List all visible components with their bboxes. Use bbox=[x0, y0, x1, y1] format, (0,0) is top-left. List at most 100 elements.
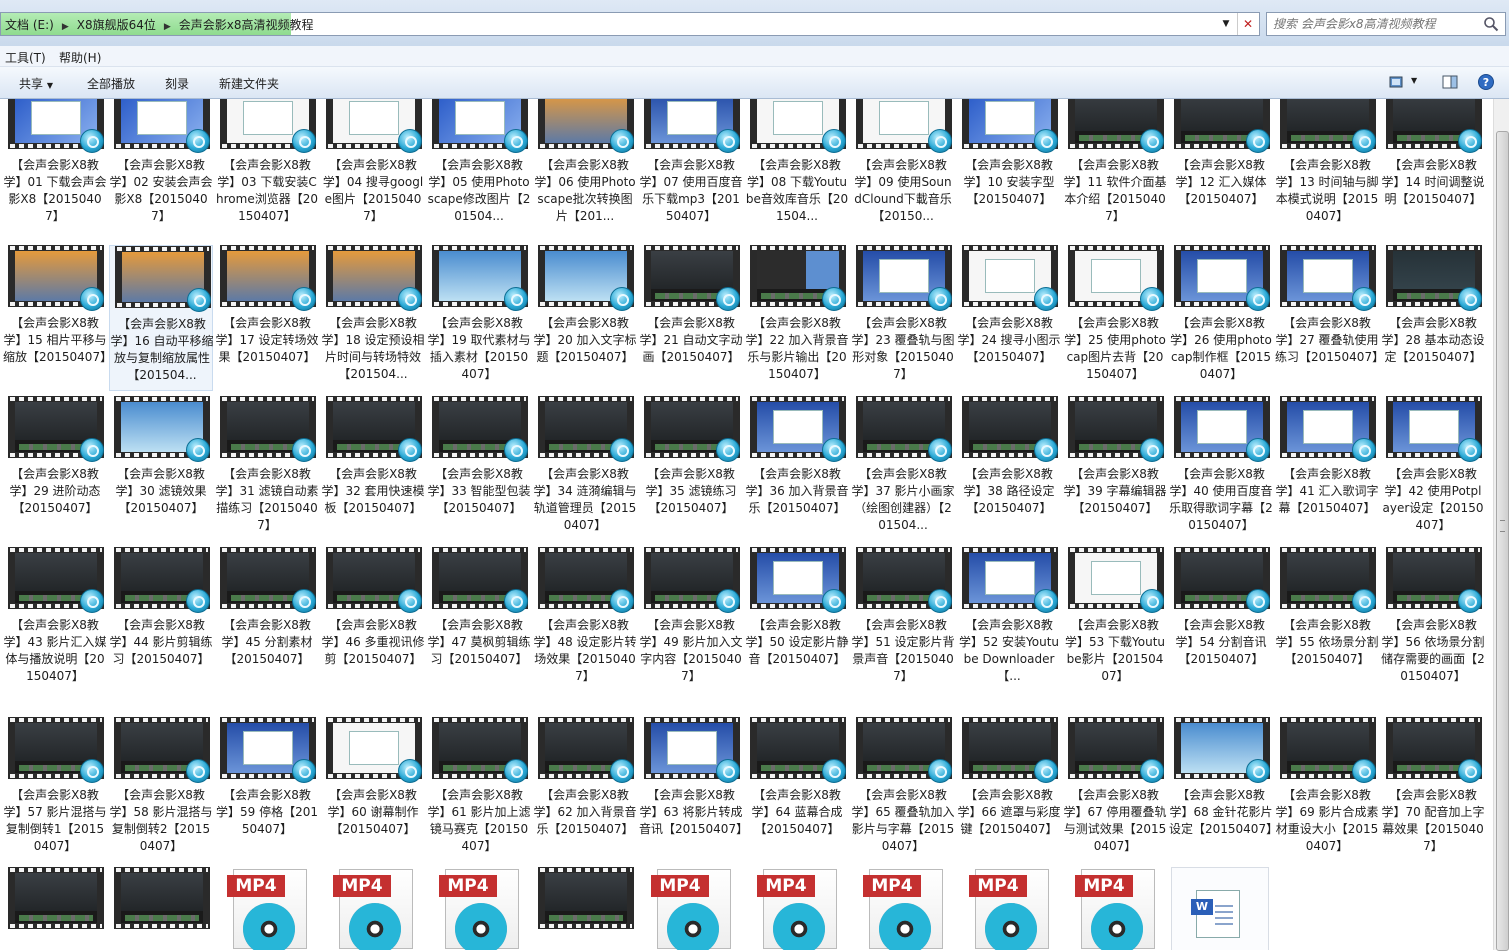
file-item[interactable]: 【会声会影X8教学】02 安装会声会影X8【20150407】 bbox=[109, 99, 213, 233]
file-item[interactable]: 【会声会影X8教学】61 影片加上滤镜马赛克【20150407】 bbox=[427, 717, 531, 863]
file-item[interactable]: 【会声会影X8教学】63 将影片转成音讯【20150407】 bbox=[639, 717, 748, 863]
search-icon[interactable] bbox=[1483, 16, 1499, 32]
mp4-file-item[interactable]: MP4 bbox=[851, 867, 955, 950]
file-item[interactable]: 【会声会影X8教学】28 基本动态设定【20150407】 bbox=[1381, 245, 1485, 391]
file-item[interactable]: 【会声会影X8教学】12 汇入媒体【20150407】 bbox=[1169, 99, 1273, 233]
file-item[interactable]: 【会声会影X8教学】15 相片平移与缩放【20150407】 bbox=[3, 245, 112, 391]
file-item[interactable]: 【会声会影X8教学】64 蓝幕合成【20150407】 bbox=[745, 717, 849, 863]
menu-tools[interactable]: 工具(T) bbox=[5, 49, 46, 66]
file-item[interactable]: 【会声会影X8教学】08 下载Youtube音效库音乐【201504... bbox=[745, 99, 849, 233]
file-item[interactable]: 【会声会影X8教学】30 滤镜效果【20150407】 bbox=[109, 396, 213, 542]
search-input[interactable] bbox=[1271, 13, 1475, 35]
new-folder-button[interactable]: 新建文件夹 bbox=[219, 75, 279, 92]
file-item[interactable]: 【会声会影X8教学】05 使用Photoscape修改图片【201504... bbox=[427, 99, 531, 233]
file-item[interactable]: 【会声会影X8教学】60 谢幕制作【20150407】 bbox=[321, 717, 425, 863]
mp4-file-item[interactable]: MP4 bbox=[1063, 867, 1167, 950]
file-item[interactable]: 【会声会影X8教学】52 安装Youtube Downloader【... bbox=[957, 547, 1061, 693]
chevron-right-icon[interactable]: ▶ bbox=[164, 22, 171, 32]
breadcrumb-drive[interactable]: 文档 (E:) bbox=[5, 16, 54, 33]
file-item[interactable]: 【会声会影X8教学】65 覆叠轨加入影片与字幕【20150407】 bbox=[851, 717, 955, 863]
file-item[interactable]: 【会声会影X8教学】47 莫枫剪辑练习【20150407】 bbox=[427, 547, 531, 693]
file-item[interactable]: 【会声会影X8教学】36 加入背景音乐【20150407】 bbox=[745, 396, 849, 542]
file-item[interactable]: 【会声会影X8教学】53 下载Youtube影片【20150407】 bbox=[1063, 547, 1167, 693]
file-item[interactable]: 【会声会影X8教学】26 使用photocap制作框【20150407】 bbox=[1169, 245, 1273, 391]
file-item[interactable]: 【会声会影X8教学】41 汇入歌词字幕【20150407】 bbox=[1275, 396, 1379, 542]
mp4-file-item[interactable]: MP4 bbox=[427, 867, 531, 950]
file-item[interactable]: 【会声会影X8教学】33 智能型包装【20150407】 bbox=[427, 396, 531, 542]
file-item[interactable]: 【会声会影X8教学】10 安装字型【20150407】 bbox=[957, 99, 1061, 233]
file-item[interactable]: 【会声会影X8教学】09 使用SoundClound下載音乐【20150... bbox=[851, 99, 955, 233]
file-item[interactable]: 【会声会影X8教学】42 使用Potplayer设定【20150407】 bbox=[1381, 396, 1485, 542]
file-item[interactable]: 【会声会影X8教学】62 加入背景音乐【20150407】 bbox=[533, 717, 637, 863]
file-item[interactable]: 【会声会影X8教学】59 停格【20150407】 bbox=[215, 717, 319, 863]
file-item[interactable]: 【会声会影X8教学】20 加入文字标题【20150407】 bbox=[533, 245, 637, 391]
file-item[interactable] bbox=[3, 867, 107, 950]
vertical-scrollbar[interactable] bbox=[1493, 99, 1509, 951]
file-item[interactable]: 【会声会影X8教学】48 设定影片转场效果【20150407】 bbox=[533, 547, 637, 693]
address-bar[interactable]: 文档 (E:) ▶ X8旗舰版64位 ▶ 会声会影x8高清视频教程 ▼ ✕ bbox=[0, 12, 1260, 36]
view-options-icon[interactable] bbox=[1388, 73, 1406, 91]
file-item[interactable]: 【会声会影X8教学】40 使用百度音乐取得歌词字幕【20150407】 bbox=[1169, 396, 1273, 542]
chevron-right-icon[interactable]: ▶ bbox=[62, 22, 69, 32]
file-item[interactable]: 【会声会影X8教学】19 取代素材与插入素材【20150407】 bbox=[427, 245, 531, 391]
file-item[interactable]: 【会声会影X8教学】21 自动文字动画【20150407】 bbox=[639, 245, 743, 391]
mp4-file-item[interactable]: MP4 bbox=[321, 867, 425, 950]
file-item[interactable]: 【会声会影X8教学】27 覆叠轨使用练习【20150407】 bbox=[1275, 245, 1384, 391]
file-item[interactable] bbox=[533, 867, 637, 950]
document-file-item[interactable]: W bbox=[1171, 867, 1269, 950]
file-item[interactable]: 【会声会影X8教学】35 滤镜练习【20150407】 bbox=[639, 396, 743, 542]
address-dropdown-icon[interactable]: ▼ bbox=[1219, 13, 1233, 35]
file-item[interactable]: 【会声会影X8教学】44 影片剪辑练习【20150407】 bbox=[109, 547, 213, 693]
file-item[interactable]: 【会声会影X8教学】23 覆叠轨与图形对象【20150407】 bbox=[851, 245, 955, 391]
file-item[interactable]: 【会声会影X8教学】18 设定预设相片时间与转场特效【201504... bbox=[321, 245, 425, 391]
file-item[interactable]: 【会声会影X8教学】14 时间调整说明【20150407】 bbox=[1381, 99, 1485, 233]
mp4-file-item[interactable]: MP4 bbox=[215, 867, 319, 950]
mp4-file-item[interactable]: MP4 bbox=[639, 867, 743, 950]
file-item[interactable]: 【会声会影X8教学】22 加入背景音乐与影片输出【20150407】 bbox=[745, 245, 849, 391]
file-item[interactable]: 【会声会影X8教学】51 设定影片背景声音【20150407】 bbox=[851, 547, 955, 693]
play-all-button[interactable]: 全部播放 bbox=[87, 75, 135, 92]
chevron-down-icon[interactable]: ▼ bbox=[1411, 76, 1417, 85]
file-item[interactable]: 【会声会影X8教学】24 搜寻小图示【20150407】 bbox=[957, 245, 1061, 391]
file-item[interactable]: 【会声会影X8教学】66 遮罩与彩度键【20150407】 bbox=[957, 717, 1061, 863]
breadcrumb-folder-x8[interactable]: X8旗舰版64位 bbox=[77, 16, 156, 33]
file-item[interactable]: 【会声会影X8教学】13 时间轴与脚本模式说明【20150407】 bbox=[1275, 99, 1379, 233]
file-item[interactable]: 【会声会影X8教学】03 下载安装Chrome浏览器【20150407】 bbox=[215, 99, 319, 233]
file-item[interactable]: 【会声会影X8教学】56 依场景分割储存需要的画面【20150407】 bbox=[1381, 547, 1485, 693]
file-item[interactable]: 【会声会影X8教学】29 进阶动态【20150407】 bbox=[3, 396, 107, 542]
menu-help[interactable]: 帮助(H) bbox=[59, 49, 101, 66]
file-item[interactable]: 【会声会影X8教学】39 字幕编辑器【20150407】 bbox=[1063, 396, 1167, 542]
file-item[interactable]: 【会声会影X8教学】06 使用Photoscape批次转换图片【201... bbox=[533, 99, 637, 233]
file-item[interactable]: 【会声会影X8教学】32 套用快速模板【20150407】 bbox=[321, 396, 425, 542]
file-item[interactable]: 【会声会影X8教学】68 金针花影片设定【20150407】 bbox=[1169, 717, 1278, 863]
file-item[interactable]: 【会声会影X8教学】58 影片混搭与复制倒转2【20150407】 bbox=[109, 717, 213, 863]
mp4-file-item[interactable]: MP4 bbox=[957, 867, 1061, 950]
close-icon[interactable]: ✕ bbox=[1237, 13, 1258, 35]
search-box[interactable] bbox=[1266, 12, 1506, 36]
file-item[interactable]: 【会声会影X8教学】50 设定影片静音【20150407】 bbox=[745, 547, 849, 693]
file-item[interactable]: 【会声会影X8教学】55 依场景分割【20150407】 bbox=[1275, 547, 1379, 693]
file-item[interactable]: 【会声会影X8教学】54 分割音讯【20150407】 bbox=[1169, 547, 1273, 693]
file-item[interactable]: 【会声会影X8教学】31 滤镜自动素描练习【20150407】 bbox=[215, 396, 319, 542]
file-item[interactable]: 【会声会影X8教学】43 影片汇入媒体与播放说明【20150407】 bbox=[3, 547, 107, 693]
file-item[interactable]: 【会声会影X8教学】49 影片加入文字内容【20150407】 bbox=[639, 547, 743, 693]
file-item[interactable]: 【会声会影X8教学】38 路径设定【20150407】 bbox=[957, 396, 1061, 542]
file-item[interactable]: 【会声会影X8教学】01 下载会声会影X8【20150407】 bbox=[3, 99, 107, 233]
file-item[interactable]: 【会声会影X8教学】07 使用百度音乐下载mp3【20150407】 bbox=[639, 99, 743, 233]
file-item[interactable]: 【会声会影X8教学】46 多重视讯修剪【20150407】 bbox=[321, 547, 425, 693]
file-item[interactable]: 【会声会影X8教学】16 自动平移缩放与复制缩放属性【201504... bbox=[109, 245, 214, 391]
file-item[interactable]: 【会声会影X8教学】37 影片小画家（绘图创建器）【201504... bbox=[851, 396, 955, 542]
file-item[interactable]: 【会声会影X8教学】67 停用覆叠轨与测试效果【20150407】 bbox=[1063, 717, 1167, 863]
file-item[interactable]: 【会声会影X8教学】69 影片合成素材重设大小【20150407】 bbox=[1275, 717, 1379, 863]
file-item[interactable]: 【会声会影X8教学】70 配音加上字幕效果【20150407】 bbox=[1381, 717, 1485, 863]
preview-pane-icon[interactable] bbox=[1441, 73, 1459, 91]
mp4-file-item[interactable]: MP4 bbox=[745, 867, 849, 950]
file-item[interactable]: 【会声会影X8教学】57 影片混搭与复制倒转1【20150407】 bbox=[3, 717, 107, 863]
share-button[interactable]: 共享 ▼ bbox=[19, 75, 53, 92]
scroll-thumb[interactable] bbox=[1496, 131, 1509, 951]
file-item[interactable]: 【会声会影X8教学】45 分割素材【20150407】 bbox=[215, 547, 319, 693]
file-item[interactable]: 【会声会影X8教学】25 使用photocap图片去背【20150407】 bbox=[1063, 245, 1167, 391]
file-item[interactable]: 【会声会影X8教学】11 软件介面基本介绍【20150407】 bbox=[1063, 99, 1167, 233]
file-item[interactable]: 【会声会影X8教学】17 设定转场效果【20150407】 bbox=[215, 245, 319, 391]
help-icon[interactable]: ? bbox=[1477, 73, 1495, 91]
